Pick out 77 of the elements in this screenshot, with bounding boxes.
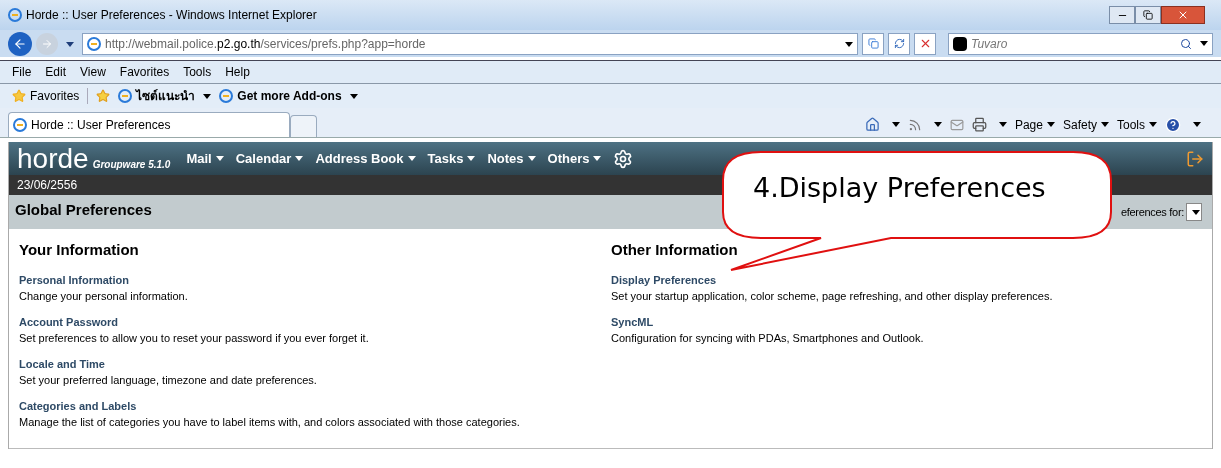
preference-link[interactable]: Account Password — [19, 313, 611, 330]
app-menu-item[interactable]: Notes — [487, 148, 536, 169]
menu-item[interactable]: Favorites — [119, 63, 170, 81]
restore-icon — [1143, 10, 1153, 20]
app-menu-item[interactable]: Calendar — [235, 148, 304, 169]
app-menu-item[interactable]: Others — [547, 148, 602, 169]
dropdown-arrow-icon[interactable] — [891, 122, 900, 127]
help-icon[interactable] — [1165, 116, 1181, 133]
compatibility-view-button[interactable] — [862, 32, 884, 55]
preference-link[interactable]: Display Preferences — [611, 271, 1202, 288]
dropdown-arrow-icon[interactable] — [998, 122, 1007, 127]
search-icon[interactable] — [1180, 37, 1192, 50]
dropdown-arrow-icon[interactable] — [1149, 122, 1157, 127]
favorites-button[interactable]: Favorites — [12, 87, 80, 105]
product-version: Groupware 5.1.0 — [92, 158, 171, 172]
favorites-link[interactable]: Get more Add-ons — [219, 87, 358, 105]
date-label: 23/06/2556 — [17, 177, 78, 194]
preferences-dropdown[interactable] — [1186, 203, 1202, 221]
menu-item[interactable]: File — [12, 63, 32, 81]
preference-description: Set your startup application, color scheme, page refreshing, and other display preferences. — [611, 288, 1054, 304]
command-menu[interactable]: Tools — [1117, 115, 1157, 134]
star-icon — [12, 89, 26, 103]
preference-description: Manage the list of categories you have to label items with, and colors associated with those categories. — [19, 414, 521, 430]
command-menu[interactable]: Page — [1014, 115, 1055, 134]
app-menu-item[interactable]: Tasks — [427, 148, 476, 169]
search-field[interactable]: Tuvaro — [971, 34, 1176, 53]
section-heading: Other Information — [611, 240, 739, 260]
app-menu-item[interactable]: Mail — [186, 148, 224, 169]
preference-link[interactable]: Personal Information — [19, 271, 611, 288]
menu-item[interactable]: Tools — [183, 63, 212, 81]
home-icon[interactable] — [864, 117, 880, 132]
print-icon[interactable] — [971, 117, 987, 132]
select-label: eferences for: — [1120, 204, 1184, 220]
menu-item[interactable]: Edit — [45, 63, 67, 81]
window-title: Horde :: User Preferences - Windows Internet Explorer — [26, 7, 317, 24]
callout-text: 4.Display Preferences — [753, 174, 1046, 201]
refresh-icon — [893, 38, 905, 49]
search-provider-icon — [953, 36, 967, 51]
preference-description: Configuration for syncing with PDAs, Smartphones and Outlook. — [611, 330, 925, 346]
forward-arrow-icon — [41, 37, 53, 50]
browser-tab[interactable]: Horde :: User Preferences — [8, 112, 290, 137]
back-button[interactable] — [8, 31, 32, 56]
preference-description: Set preferences to allow you to reset your password if you ever forget it. — [19, 330, 370, 346]
logout-icon[interactable] — [1186, 149, 1204, 168]
dropdown-arrow-icon[interactable] — [1046, 122, 1055, 127]
section-heading: Your Information — [19, 240, 140, 260]
refresh-button[interactable] — [888, 32, 910, 55]
command-menu[interactable]: Safety — [1062, 115, 1109, 134]
dropdown-arrow-icon[interactable] — [933, 122, 942, 127]
back-arrow-icon — [13, 36, 27, 51]
feeds-icon[interactable] — [907, 117, 922, 132]
page-title: Global Preferences — [15, 200, 152, 220]
app-menu-item[interactable]: Address Book — [315, 148, 416, 169]
horde-logo: horde — [17, 144, 89, 173]
search-box[interactable]: Tuvaro — [948, 32, 1213, 55]
stop-button[interactable] — [914, 32, 936, 55]
dropdown-arrow-icon[interactable] — [845, 41, 853, 47]
dropdown-arrow-icon[interactable] — [1192, 209, 1200, 215]
address-field[interactable]: http://webmail.police.p2.go.th/services/prefs.php?app=horde — [82, 32, 858, 55]
dropdown-arrow-icon[interactable] — [1193, 122, 1201, 127]
settings-icon[interactable] — [613, 148, 634, 169]
compatibility-icon — [867, 38, 879, 49]
dropdown-arrow-icon[interactable] — [66, 41, 74, 47]
preference-link[interactable]: Locale and Time — [19, 355, 611, 372]
favorites-link[interactable]: ไซต์แนะนำ — [118, 87, 212, 105]
menu-item[interactable]: Help — [225, 63, 250, 81]
dropdown-arrow-icon[interactable] — [203, 93, 212, 99]
preference-description: Set your preferred language, timezone and date preferences. — [19, 372, 318, 388]
dropdown-arrow-icon[interactable] — [1200, 41, 1208, 46]
restore-button[interactable] — [1135, 6, 1161, 24]
close-icon — [1177, 9, 1189, 21]
preference-description: Change your personal information. — [19, 288, 189, 304]
menu-item[interactable]: View — [80, 63, 106, 81]
preference-link[interactable]: SyncML — [611, 313, 1202, 330]
dropdown-arrow-icon[interactable] — [349, 93, 358, 99]
dropdown-arrow-icon[interactable] — [1101, 122, 1109, 127]
preference-link[interactable]: Categories and Labels — [19, 397, 611, 414]
